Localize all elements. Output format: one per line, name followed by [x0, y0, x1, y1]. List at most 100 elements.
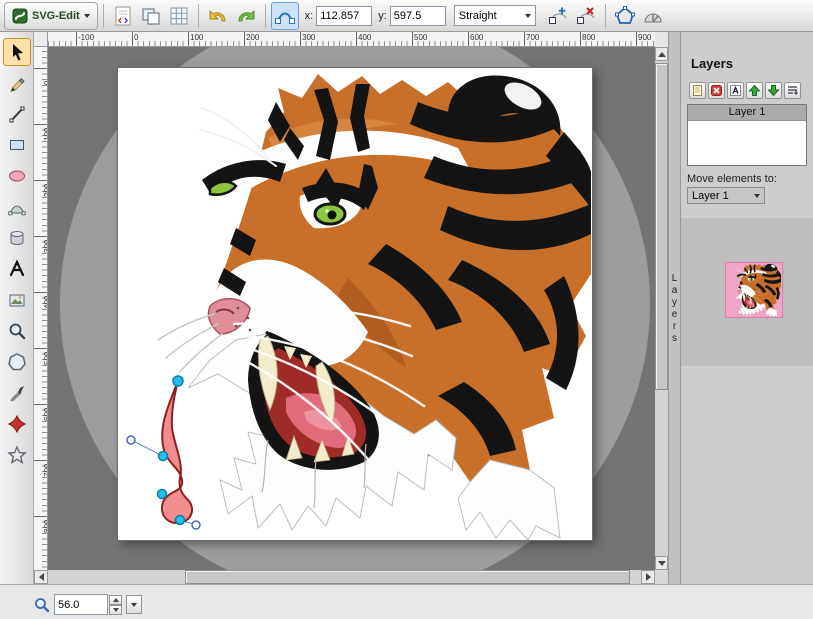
grid-button[interactable] — [165, 2, 193, 30]
rectangle-tool-button[interactable] — [3, 131, 31, 159]
merge-down-button[interactable] — [784, 82, 801, 99]
control-handle-point[interactable] — [127, 436, 135, 444]
toolbar-separator — [265, 4, 266, 28]
eyedropper-icon — [7, 383, 27, 403]
path-node[interactable] — [159, 452, 168, 461]
cylinder-tool-button[interactable] — [3, 224, 31, 252]
ruler-tick — [468, 32, 469, 47]
horizontal-scrollbar[interactable] — [34, 570, 655, 584]
new-layer-icon — [691, 84, 704, 97]
main-menu-button[interactable]: SVG-Edit — [4, 2, 98, 30]
horizontal-scroll-thumb — [185, 570, 630, 584]
move-elements-select[interactable]: Layer 1 — [687, 187, 765, 204]
ruler-label: 600 — [470, 33, 483, 42]
zoom-preset-dropdown[interactable] — [126, 595, 142, 614]
magnifier-icon — [34, 597, 50, 613]
vertical-scroll-thumb[interactable] — [655, 63, 668, 390]
path-node[interactable] — [176, 516, 185, 525]
tiger-thumbnail — [726, 263, 782, 317]
pencil-icon — [7, 73, 27, 93]
grid-icon — [167, 4, 191, 28]
control-handle-point[interactable] — [192, 521, 200, 529]
drawing-canvas[interactable] — [118, 68, 592, 540]
layer-preview-thumbnail — [725, 262, 783, 318]
canvas-viewport[interactable] — [48, 47, 655, 570]
redo-button[interactable] — [232, 2, 260, 30]
logo-label: SVG-Edit — [32, 10, 80, 22]
add-node-button[interactable] — [544, 2, 572, 30]
scroll-right-button[interactable] — [641, 570, 655, 584]
ellipse-tool-button[interactable] — [3, 162, 31, 190]
control-handle-line — [131, 440, 163, 456]
text-tool-button[interactable] — [3, 255, 31, 283]
move-down-button[interactable] — [765, 82, 782, 99]
ruler-label: 400 — [358, 33, 371, 42]
node-x-input[interactable] — [316, 6, 372, 26]
select-icon — [7, 42, 27, 62]
link-control-points-button[interactable] — [271, 2, 299, 30]
wireframe-button[interactable] — [137, 2, 165, 30]
ruler-label: 700 — [526, 33, 539, 42]
arrow-left-icon — [39, 573, 44, 581]
polygon-tool-button[interactable] — [3, 348, 31, 376]
star-tool-button[interactable] — [3, 441, 31, 469]
ruler-tick — [34, 124, 48, 125]
delete-layer-button[interactable] — [708, 82, 725, 99]
ruler-tick — [34, 236, 48, 237]
ruler-tick — [188, 32, 189, 47]
layer-list[interactable]: Layer 1 — [687, 104, 807, 166]
zoom-tool-button[interactable] — [3, 317, 31, 345]
zoom-decrease-button[interactable] — [109, 605, 122, 615]
eyedropper-tool-button[interactable] — [3, 379, 31, 407]
path-node-selected[interactable] — [173, 376, 183, 386]
arrow-right-icon — [646, 573, 651, 581]
layers-tab-letter: s — [672, 333, 677, 344]
ruler-tick — [412, 32, 413, 47]
layers-tab-letter: a — [672, 285, 678, 296]
ruler-tick — [34, 68, 48, 69]
zoom-input[interactable] — [54, 594, 108, 615]
scroll-up-button[interactable] — [655, 47, 668, 61]
image-icon — [7, 290, 27, 310]
layers-panel-content: Layers Layer 1 Move elements to: Layer 1 — [681, 32, 813, 584]
delete-node-button[interactable] — [572, 2, 600, 30]
select-tool-button[interactable] — [3, 38, 31, 66]
scrollbar-corner — [655, 570, 668, 584]
x-label: x: — [305, 10, 314, 22]
reorient-path-button[interactable] — [639, 2, 667, 30]
new-layer-button[interactable] — [689, 82, 706, 99]
pencil-tool-button[interactable] — [3, 69, 31, 97]
image-tool-button[interactable] — [3, 286, 31, 314]
rename-layer-button[interactable] — [727, 82, 744, 99]
y-label: y: — [378, 10, 387, 22]
open-close-path-button[interactable] — [611, 2, 639, 30]
layers-panel-toggle[interactable]: Layers — [669, 32, 681, 584]
toolbar-separator — [605, 4, 606, 28]
layer-row[interactable]: Layer 1 — [688, 105, 806, 121]
shape-library-tool-button[interactable] — [3, 410, 31, 438]
source-editor-button[interactable] — [109, 2, 137, 30]
node-y-input[interactable] — [390, 6, 446, 26]
move-up-icon — [748, 84, 761, 97]
path-node[interactable] — [158, 490, 167, 499]
vertical-scrollbar[interactable] — [655, 47, 668, 570]
edited-path[interactable] — [162, 381, 192, 523]
undo-button[interactable] — [204, 2, 232, 30]
text-icon — [7, 259, 27, 279]
zoom-increase-button[interactable] — [109, 595, 122, 605]
segment-type-select[interactable]: Straight — [454, 5, 536, 26]
path-edit-overlay — [118, 68, 592, 540]
layers-tab-letter: r — [673, 321, 676, 332]
move-up-button[interactable] — [746, 82, 763, 99]
chevron-down-icon — [84, 14, 90, 21]
ruler-tick — [132, 32, 133, 47]
open-path-icon — [613, 4, 637, 28]
merge-down-icon — [786, 84, 799, 97]
scroll-left-button[interactable] — [34, 570, 48, 584]
vertical-ruler: 0100200300400500600700800 — [34, 47, 48, 570]
path-tool-button[interactable] — [3, 193, 31, 221]
scroll-down-button[interactable] — [655, 556, 668, 570]
add-node-icon — [546, 4, 570, 28]
line-tool-button[interactable] — [3, 100, 31, 128]
ruler-tick — [34, 348, 48, 349]
